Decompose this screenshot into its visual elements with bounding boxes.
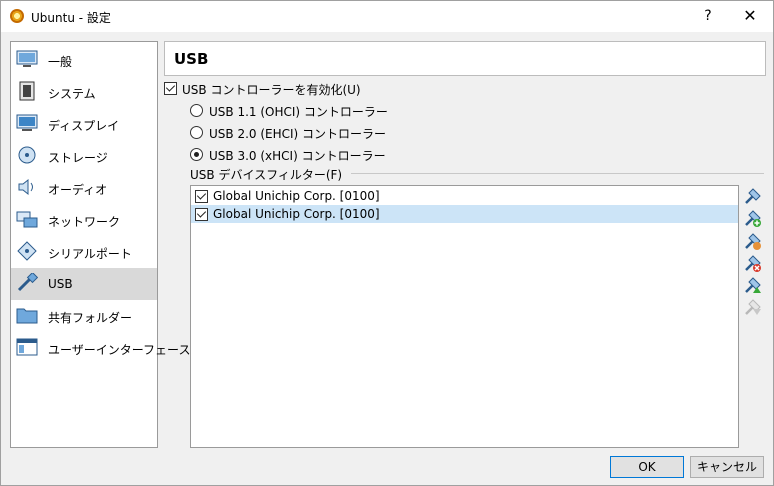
usb-1-1-radio[interactable] xyxy=(190,104,203,117)
close-button[interactable]: ✕ xyxy=(739,6,761,26)
user-interface-icon xyxy=(16,338,38,356)
group-divider xyxy=(351,173,764,174)
filter-enabled-checkbox[interactable] xyxy=(195,190,208,203)
network-icon xyxy=(16,211,38,228)
cancel-button[interactable]: キャンセル xyxy=(690,456,764,478)
sidebar-item-user-interface[interactable]: ユーザーインターフェース xyxy=(11,332,190,364)
page-title: USB xyxy=(174,50,209,68)
sidebar-item-label: ストレージ xyxy=(48,151,108,165)
sidebar-item-serial-port[interactable]: シリアルポート xyxy=(11,236,157,268)
ok-button[interactable]: OK xyxy=(610,456,684,478)
usb-2-0-radio[interactable] xyxy=(190,126,203,139)
add-filter-from-device-icon[interactable] xyxy=(743,208,763,228)
filter-name: Global Unichip Corp. [0100] xyxy=(213,189,380,203)
sidebar-item-system[interactable]: システム xyxy=(11,76,157,108)
sidebar-item-label: シリアルポート xyxy=(48,247,132,261)
virtualbox-app-icon xyxy=(10,9,24,23)
help-button[interactable]: ? xyxy=(698,6,718,26)
remove-filter-icon[interactable] xyxy=(743,253,763,273)
usb-3-0-label: USB 3.0 (xHCI) コントローラー xyxy=(209,149,386,163)
settings-sidebar: 一般 システム ディスプレイ ストレージ オーディオ ネットワーク シリアルポー… xyxy=(10,41,190,448)
sidebar-item-storage[interactable]: ストレージ xyxy=(11,140,157,172)
sidebar-item-network[interactable]: ネットワーク xyxy=(11,204,157,236)
shared-folder-icon xyxy=(16,308,38,324)
filter-enabled-checkbox[interactable] xyxy=(195,208,208,221)
system-icon xyxy=(19,81,35,101)
usb-2-0-label: USB 2.0 (EHCI) コントローラー xyxy=(209,127,387,141)
enable-usb-checkbox[interactable] xyxy=(164,82,177,95)
sidebar-item-label: 一般 xyxy=(48,55,73,69)
sidebar-item-display[interactable]: ディスプレイ xyxy=(11,108,157,140)
sidebar-item-label: USB xyxy=(48,277,73,291)
title-bar: Ubuntu - 設定 ? ✕ xyxy=(1,1,773,32)
storage-icon xyxy=(18,146,36,164)
sidebar-item-usb[interactable]: USB xyxy=(11,268,157,300)
usb-1-1-label: USB 1.1 (OHCI) コントローラー xyxy=(209,105,388,119)
usb-icon xyxy=(17,273,38,292)
usb-filters-label: USB デバイスフィルター(F) xyxy=(190,168,343,182)
window-title: Ubuntu - 設定 xyxy=(31,11,111,25)
sidebar-item-label: ディスプレイ xyxy=(48,119,120,133)
sidebar-item-label: 共有フォルダー xyxy=(48,311,133,325)
sidebar-item-audio[interactable]: オーディオ xyxy=(11,172,157,204)
sidebar-item-label: オーディオ xyxy=(48,183,108,197)
list-item[interactable]: Global Unichip Corp. [0100] xyxy=(191,205,738,223)
general-icon xyxy=(16,50,38,67)
enable-usb-label: USB コントローラーを有効化(U) xyxy=(182,83,361,97)
display-icon xyxy=(16,114,38,131)
sidebar-item-label: システム xyxy=(48,87,96,101)
add-empty-filter-icon[interactable] xyxy=(743,186,763,206)
sidebar-item-general[interactable]: 一般 xyxy=(11,44,157,76)
move-filter-up-icon[interactable] xyxy=(743,275,763,295)
move-filter-down-icon[interactable] xyxy=(743,297,763,317)
filter-name: Global Unichip Corp. [0100] xyxy=(213,207,380,221)
page-title-box: USB xyxy=(164,41,766,76)
list-item[interactable]: Global Unichip Corp. [0100] xyxy=(191,187,738,205)
serial-port-icon xyxy=(17,241,37,261)
usb-3-0-radio[interactable] xyxy=(190,148,203,161)
settings-window: Ubuntu - 設定 ? ✕ 一般 システム ディスプレイ ストレージ オーデ… xyxy=(0,0,774,486)
edit-filter-icon[interactable] xyxy=(743,231,763,251)
sidebar-item-shared-folder[interactable]: 共有フォルダー xyxy=(11,300,157,332)
sidebar-item-label: ユーザーインターフェース xyxy=(48,343,191,357)
sidebar-item-label: ネットワーク xyxy=(48,215,121,229)
audio-icon xyxy=(18,178,33,196)
usb-filter-list[interactable]: Global Unichip Corp. [0100] Global Unich… xyxy=(190,185,739,448)
